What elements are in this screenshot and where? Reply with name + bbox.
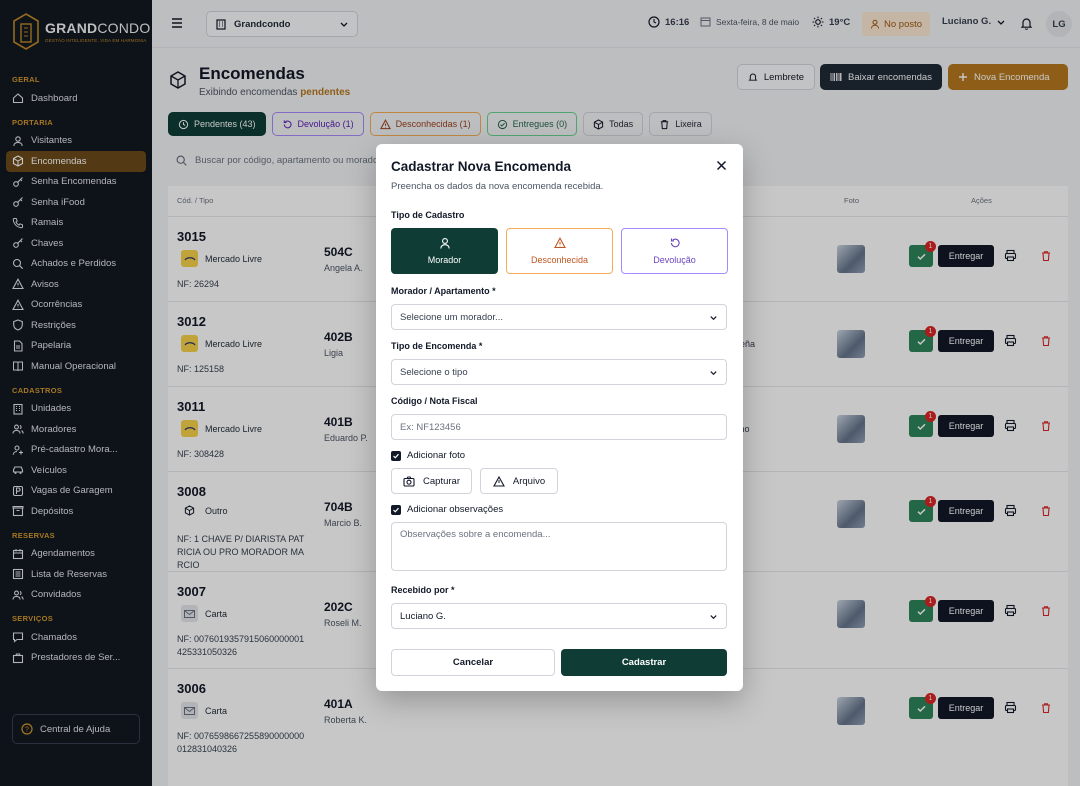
add-photo-label: Adicionar foto [407, 450, 466, 461]
recebido-label: Recebido por * [391, 585, 455, 595]
type-devolucao-label: Devolução [653, 255, 696, 265]
morador-label: Morador / Apartamento * [391, 286, 496, 296]
upload-icon [492, 475, 505, 487]
type-desconhecida-option[interactable]: Desconhecida [506, 228, 613, 274]
type-morador-label: Morador [427, 255, 462, 265]
user-icon [439, 238, 450, 249]
morador-select[interactable]: Selecione um morador... [391, 304, 727, 330]
tipo-label: Tipo de Cadastro [391, 210, 465, 220]
modal-title: Cadastrar Nova Encomenda [391, 159, 572, 174]
codigo-input[interactable] [391, 414, 727, 440]
camera-icon [403, 476, 415, 487]
file-label: Arquivo [512, 475, 546, 487]
close-icon[interactable] [716, 160, 727, 171]
tipo-encomenda-label: Tipo de Encomenda * [391, 341, 483, 351]
notes-textarea[interactable] [391, 522, 727, 571]
type-morador-option[interactable]: Morador [391, 228, 498, 274]
morador-value: Selecione um morador... [400, 311, 503, 323]
chevron-down-icon [710, 315, 717, 320]
cancel-button[interactable]: Cancelar [391, 649, 555, 676]
modal-subtitle: Preencha os dados da nova encomenda rece… [391, 181, 604, 192]
codigo-label: Código / Nota Fiscal [391, 396, 478, 406]
add-photo-checkbox[interactable]: Adicionar foto [391, 450, 465, 461]
type-devolucao-option[interactable]: Devolução [621, 228, 728, 274]
tipo-encomenda-value: Selecione o tipo [400, 366, 468, 378]
checkbox-checked-icon [391, 450, 401, 461]
type-desconhecida-label: Desconhecida [530, 255, 589, 265]
chevron-down-icon [710, 614, 717, 619]
add-notes-checkbox[interactable]: Adicionar observações [391, 504, 503, 515]
chevron-down-icon [710, 370, 717, 375]
new-package-modal: Cadastrar Nova Encomenda Preencha os dad… [376, 144, 743, 691]
submit-button[interactable]: Cadastrar [561, 649, 727, 676]
checkbox-checked-icon [391, 504, 401, 515]
undo-icon [670, 238, 680, 248]
alert-icon [553, 237, 566, 249]
tipo-encomenda-select[interactable]: Selecione o tipo [391, 359, 727, 385]
recebido-select[interactable]: Luciano G. [391, 603, 727, 629]
add-notes-label: Adicionar observações [407, 504, 504, 515]
capture-label: Capturar [423, 475, 460, 487]
capture-button[interactable]: Capturar [391, 468, 472, 494]
file-button[interactable]: Arquivo [480, 468, 558, 494]
recebido-value: Luciano G. [400, 610, 446, 622]
